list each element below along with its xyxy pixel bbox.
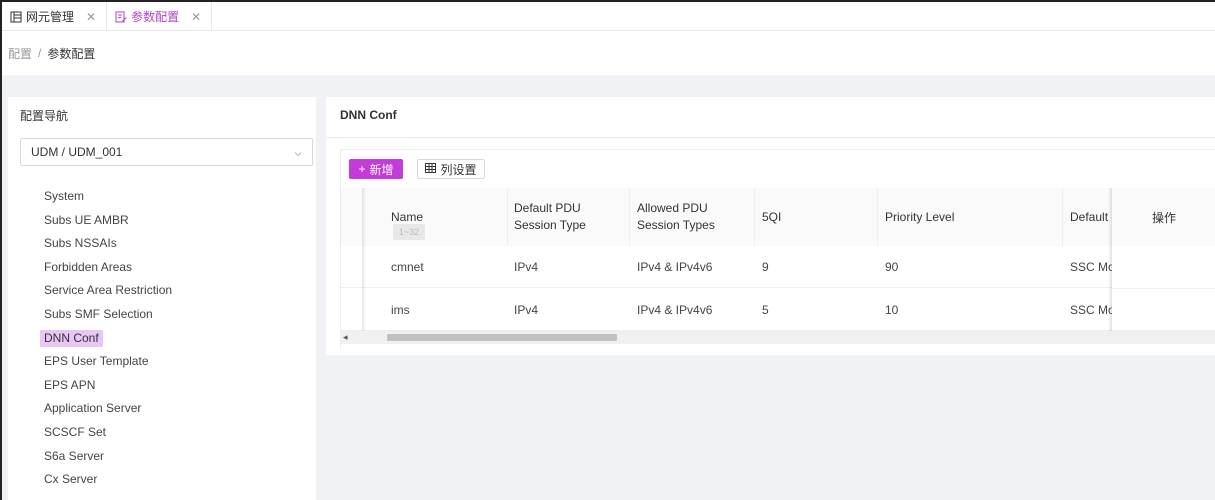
- dnn-table: Name Default PDU Session Type Allowed PDU…: [341, 188, 1215, 344]
- nav-item-subs-smf-selection[interactable]: Subs SMF Selection: [38, 303, 308, 327]
- scroll-left-icon[interactable]: ◂: [343, 332, 348, 343]
- close-icon[interactable]: ✕: [191, 10, 201, 24]
- ne-selector[interactable]: UDM / UDM_001: [20, 138, 313, 166]
- cell-default-s: SSC Mo: [1070, 302, 1112, 317]
- nav-item-subs-ue-ambr[interactable]: Subs UE AMBR: [38, 209, 308, 233]
- nav-item-eps-apn[interactable]: EPS APN: [38, 374, 308, 398]
- tab-label: 网元管理: [26, 10, 75, 24]
- column-divider: [629, 188, 630, 246]
- header-5qi[interactable]: 5QI: [762, 188, 862, 246]
- header-default-s[interactable]: Default S: [1070, 188, 1112, 246]
- breadcrumb-separator: /: [38, 46, 42, 60]
- name-tooltip: 1~32: [393, 224, 425, 240]
- column-settings-label: 列设置: [440, 162, 477, 177]
- nav-item-subs-nssais[interactable]: Subs NSSAIs: [38, 232, 308, 256]
- breadcrumb: 配置 / 参数配置: [2, 31, 1215, 75]
- divider: [326, 137, 1215, 138]
- config-nav-panel: 配置导航 UDM / UDM_001 System Subs UE AMBR S…: [8, 97, 316, 500]
- header-default-pdu[interactable]: Default PDU Session Type: [514, 188, 624, 246]
- add-button-label: 新增: [369, 162, 394, 177]
- column-divider: [877, 188, 878, 246]
- cell-5qi: 9: [762, 259, 769, 274]
- table-container: + 新增 列设置 Name Default PDU Session Type Al…: [340, 149, 1215, 349]
- plus-icon: +: [358, 162, 366, 176]
- ne-selector-value: UDM / UDM_001: [31, 145, 123, 159]
- scrollbar-thumb[interactable]: [387, 334, 617, 341]
- nav-item-cx-server[interactable]: Cx Server: [38, 468, 308, 492]
- close-icon[interactable]: ✕: [86, 10, 96, 24]
- cell-default-pdu: IPv4: [514, 259, 539, 274]
- header-actions: 操作: [1112, 188, 1215, 246]
- breadcrumb-parent[interactable]: 配置: [8, 45, 32, 62]
- dnn-conf-panel: DNN Conf + 新增 列设置 Name Default PDU Sessio…: [326, 97, 1215, 355]
- table-header: Name Default PDU Session Type Allowed PDU…: [341, 188, 1215, 246]
- cell-allowed-pdu: IPv4 & IPv4v6: [637, 302, 713, 317]
- tab-network-element[interactable]: 网元管理 ✕: [2, 2, 108, 31]
- horizontal-scrollbar[interactable]: ◂: [341, 331, 1215, 344]
- header-priority-level[interactable]: Priority Level: [885, 188, 1035, 246]
- table-row[interactable]: cmnet IPv4 IPv4 & IPv4v6 9 90 SSC Mo: [341, 246, 1215, 288]
- chevron-down-icon: [294, 147, 302, 157]
- cell-allowed-pdu: IPv4 & IPv4v6: [637, 259, 713, 274]
- header-allowed-pdu[interactable]: Allowed PDU Session Types: [637, 188, 747, 246]
- table-row[interactable]: ims IPv4 IPv4 & IPv4v6 5 10 SSC Mo: [341, 289, 1215, 331]
- nav-item-dnn-conf[interactable]: DNN Conf: [38, 327, 308, 351]
- panel-title: DNN Conf: [340, 108, 397, 122]
- actions-column: 操作: [1112, 188, 1215, 331]
- row-divider: [1112, 288, 1215, 289]
- cell-5qi: 5: [762, 302, 769, 317]
- cell-name: ims: [391, 302, 410, 317]
- nav-item-forbidden-areas[interactable]: Forbidden Areas: [38, 256, 308, 280]
- column-divider: [754, 188, 755, 246]
- tab-label: 参数配置: [131, 10, 180, 24]
- nav-item-eps-user-template[interactable]: EPS User Template: [38, 350, 308, 374]
- nav-item-service-area-restriction[interactable]: Service Area Restriction: [38, 279, 308, 303]
- nav-item-system[interactable]: System: [38, 185, 308, 209]
- add-button[interactable]: + 新增: [349, 159, 403, 179]
- column-divider: [1062, 188, 1063, 246]
- cell-priority-level: 90: [885, 259, 899, 274]
- nav-item-s6a-server[interactable]: S6a Server: [38, 445, 308, 469]
- nav-list: System Subs UE AMBR Subs NSSAIs Forbidde…: [38, 185, 308, 492]
- nav-title: 配置导航: [20, 109, 69, 123]
- cell-default-s: SSC Mo: [1070, 259, 1112, 274]
- breadcrumb-current: 参数配置: [47, 46, 96, 61]
- cell-priority-level: 10: [885, 302, 899, 317]
- nav-item-scscf-set[interactable]: SCSCF Set: [38, 421, 308, 445]
- config-edit-icon: [115, 11, 127, 23]
- cell-name: cmnet: [391, 259, 424, 274]
- fixed-left-shadow: [362, 188, 366, 331]
- nav-item-application-server[interactable]: Application Server: [38, 397, 308, 421]
- tab-param-config[interactable]: 参数配置 ✕: [107, 2, 213, 31]
- cell-default-pdu: IPv4: [514, 302, 539, 317]
- column-settings-button[interactable]: 列设置: [417, 159, 485, 179]
- server-icon: [10, 11, 22, 23]
- tab-bar: 网元管理 ✕ 参数配置 ✕: [2, 2, 1215, 31]
- grid-icon: [425, 162, 437, 176]
- column-divider: [507, 188, 508, 246]
